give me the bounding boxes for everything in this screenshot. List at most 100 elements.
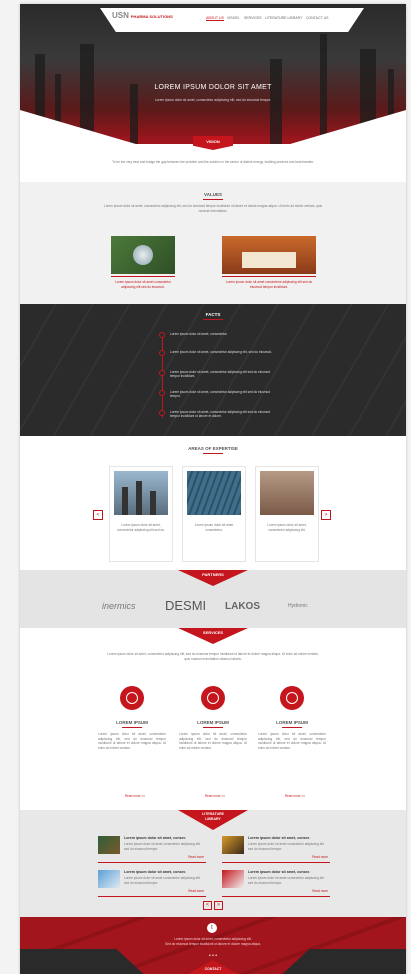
contact-label: CONTACT: [204, 967, 222, 971]
footer-pager-dots[interactable]: • • •: [193, 954, 233, 959]
fact-item: Lorem ipsum dolor sit amet, consectetur.: [170, 332, 228, 336]
values-caption: Lorem ipsum dolor sit amet consectetur a…: [115, 280, 171, 289]
footer: t Lorem ipsum dolor sit amet, consectetu…: [20, 917, 406, 974]
twitter-icon[interactable]: t: [207, 923, 217, 933]
nav-about-us[interactable]: ABOUT US: [206, 16, 224, 21]
service-read-more-link[interactable]: Read more >>: [280, 794, 310, 799]
globe-icon: [133, 245, 153, 265]
service-title: LOREM IPSUM: [179, 720, 247, 728]
library-item-title[interactable]: Lorem ipsum dolor sit amet, consec: [248, 836, 328, 840]
library-item-text: Lorem ipsum dolor sit amet consectetur a…: [124, 842, 200, 851]
library-read-more-link[interactable]: Read more: [184, 889, 204, 894]
expertise-next-button[interactable]: >: [321, 510, 331, 520]
fact-item: Lorem ipsum dolor sit amet, consectetur …: [170, 370, 271, 379]
library-read-more-link[interactable]: Read more: [184, 855, 204, 860]
logo-sub: PHARMA SOLUTIONS: [130, 14, 173, 19]
plant-tower: [122, 487, 128, 515]
divider: [98, 896, 206, 897]
footer-text: Lorem ipsum dolor sit amet, consectetur …: [174, 937, 252, 941]
expertise-image-plant: [114, 471, 168, 515]
service-text: Lorem ipsum dolor sit amet, consectetur …: [98, 732, 166, 750]
partner-logo-lakos[interactable]: LAKOS: [225, 601, 260, 612]
expertise-card[interactable]: Lorem ipsum dolor sit amet, consectetur …: [255, 466, 319, 562]
expertise-prev-button[interactable]: <: [93, 510, 103, 520]
service-text: Lorem ipsum dolor sit amet, consectetur …: [179, 732, 247, 750]
services-text: Lorem ipsum dolor sit amet, consectetur …: [107, 652, 319, 661]
services-label: SERVICES: [202, 630, 224, 635]
expertise-caption: Lorem ipsum dolor sit amet, consectetur …: [117, 523, 165, 532]
fact-item: Lorem ipsum dolor sit amet, consectetur …: [170, 350, 272, 354]
services-ribbon: SERVICES: [178, 628, 248, 644]
timeline-dot: [159, 390, 165, 396]
expertise-card[interactable]: Lorem ipsum dolor sit amet, consectetur …: [109, 466, 173, 562]
service-read-more-link[interactable]: Read more >>: [120, 794, 150, 799]
logo[interactable]: USN PHARMA SOLUTIONS: [112, 11, 173, 20]
library-thumbnail: [222, 870, 244, 888]
service-title: LOREM IPSUM: [258, 720, 326, 728]
service-icon: [120, 686, 144, 710]
divider: [222, 862, 330, 863]
nav-vision[interactable]: VISION: [227, 16, 239, 20]
library-label: LITERATURE LIBRARY: [202, 812, 224, 821]
vision-label: VISION: [206, 139, 220, 144]
divider: [111, 276, 175, 277]
logo-text: USN: [112, 11, 129, 20]
nav-services[interactable]: SERVICES: [244, 16, 262, 20]
page: USN PHARMA SOLUTIONS ABOUT US VISION SERV…: [20, 4, 406, 974]
globe-icon: [207, 692, 219, 704]
nav-contact-us[interactable]: CONTACT US: [306, 16, 328, 20]
expertise-image-solar: [187, 471, 241, 515]
timeline-dot: [159, 410, 165, 416]
library-item-text: Lorem ipsum dolor sit amet consectetur a…: [248, 842, 324, 851]
nav-literature-library[interactable]: LITERATURE LIBRARY: [265, 16, 302, 20]
globe-icon: [126, 692, 138, 704]
expertise-title: AREAS OF EXPERTISE: [20, 446, 406, 454]
divider: [222, 896, 330, 897]
expertise-caption: Lorem ipsum dolor sit amet consectetur.: [194, 523, 234, 532]
library-prev-button[interactable]: <: [203, 901, 212, 910]
facts-title: FACTS: [20, 312, 406, 320]
values-text: Lorem ipsum dolor sit amet, consectetur …: [103, 204, 323, 213]
partners-label: PARTNERS: [202, 572, 224, 577]
library-read-more-link[interactable]: Read more: [308, 855, 328, 860]
globe-icon: [286, 692, 298, 704]
service-icon: [201, 686, 225, 710]
partner-logo-desmi[interactable]: DESMI: [165, 598, 206, 613]
library-item-title[interactable]: Lorem ipsum dolor sit amet, consec: [124, 870, 204, 874]
timeline-dot: [159, 350, 165, 356]
service-read-more-link[interactable]: Read more >>: [200, 794, 230, 799]
divider: [98, 862, 206, 863]
service-title: LOREM IPSUM: [98, 720, 166, 728]
hero-title: LOREM IPSUM DOLOR SIT AMET: [154, 84, 272, 91]
library-item-title[interactable]: Lorem ipsum dolor sit amet, consec: [124, 836, 204, 840]
library-thumbnail: [222, 836, 244, 854]
values-title: VALUES: [20, 192, 406, 200]
service-icon: [280, 686, 304, 710]
fact-item: Lorem ipsum dolor sit amet, consectetur …: [170, 410, 271, 419]
values-image-globe: [111, 236, 175, 274]
library-thumbnail: [98, 836, 120, 854]
divider: [222, 276, 316, 277]
timeline-dot: [159, 332, 165, 338]
vision-text: To be the very best and bridge the gap b…: [112, 160, 314, 164]
hero-subtitle: Lorem ipsum dolor sit amet, consectetur …: [154, 98, 272, 102]
library-thumbnail: [98, 870, 120, 888]
vision-ribbon: VISION: [193, 136, 233, 150]
values-caption: Lorem ipsum dolor sit amet consectetur a…: [225, 280, 313, 289]
library-item-text: Lorem ipsum dolor sit amet consectetur a…: [124, 876, 200, 885]
plant-tower: [136, 481, 142, 515]
expertise-caption: Lorem ipsum dolor sit amet, consectetur …: [267, 523, 307, 532]
facts-section: FACTS Lorem ipsum dolor sit amet, consec…: [20, 304, 406, 436]
book-icon: [242, 252, 296, 268]
library-next-button[interactable]: >: [214, 901, 223, 910]
partner-logo-inermics[interactable]: inermics: [102, 601, 136, 611]
library-item-title[interactable]: Lorem ipsum dolor sit amet, consec: [248, 870, 328, 874]
refinery-tower: [130, 84, 138, 144]
library-read-more-link[interactable]: Read more: [308, 889, 328, 894]
expertise-card[interactable]: Lorem ipsum dolor sit amet consectetur.: [182, 466, 246, 562]
expertise-image-pipeline: [260, 471, 314, 515]
hero-banner: USN PHARMA SOLUTIONS ABOUT US VISION SERV…: [20, 4, 406, 144]
fact-item: Lorem ipsum dolor sit amet, consectetur …: [170, 390, 271, 399]
timeline-dot: [159, 370, 165, 376]
partner-logo-hydronic[interactable]: Hydronic: [288, 603, 308, 609]
